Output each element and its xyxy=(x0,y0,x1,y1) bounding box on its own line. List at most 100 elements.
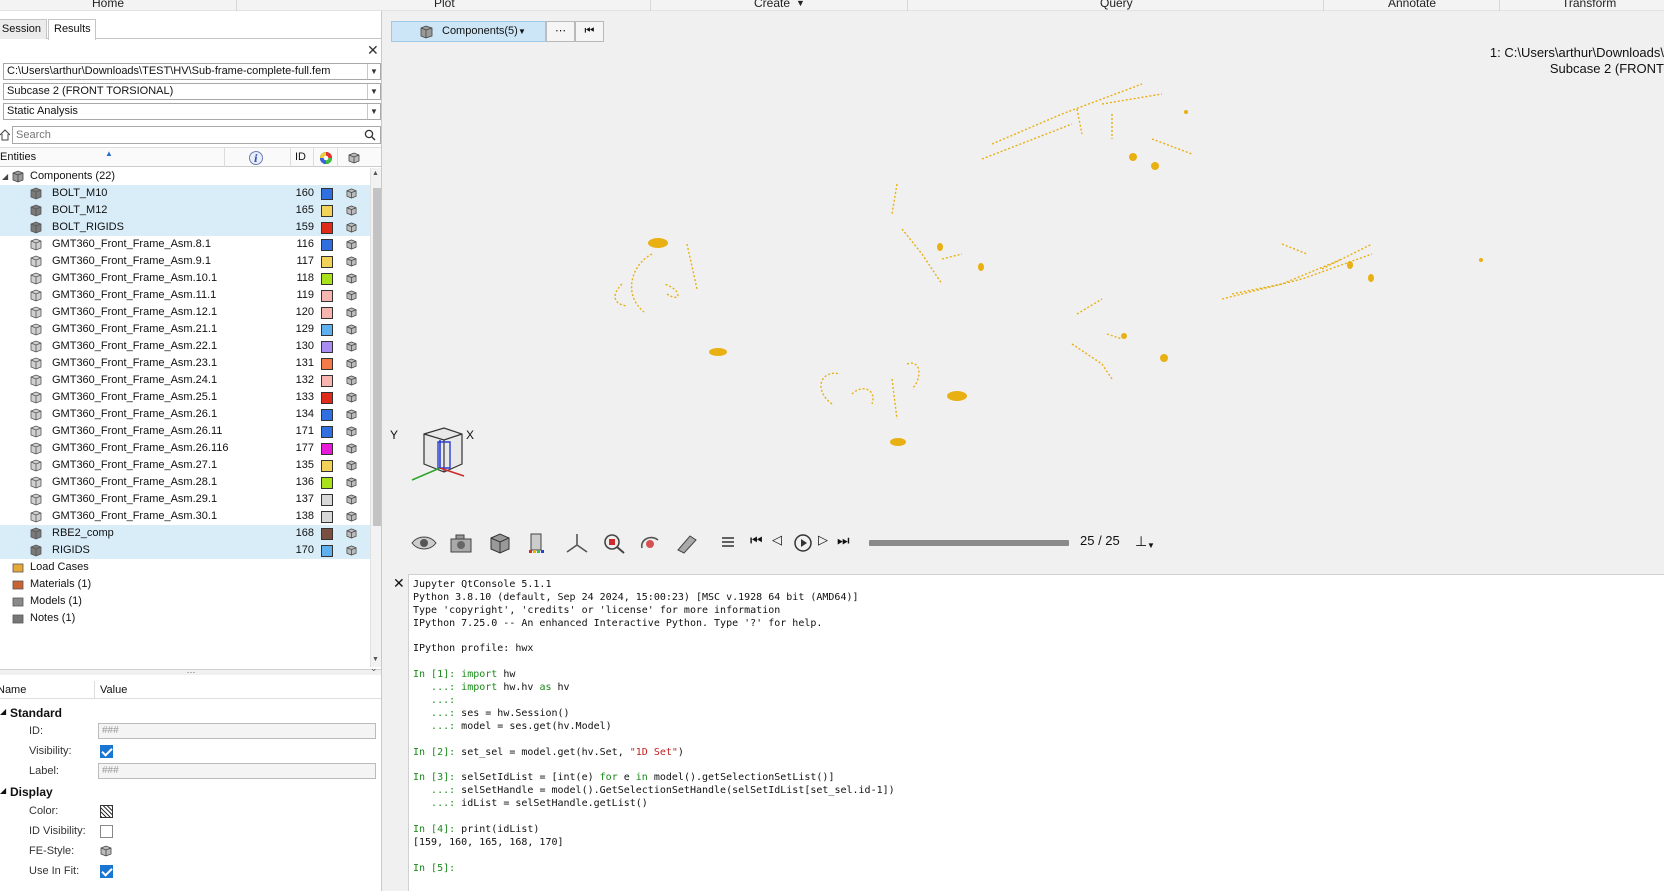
cube-icon[interactable] xyxy=(488,532,512,554)
tree-row-component[interactable]: GMT360_Front_Frame_Asm.27.1 135 xyxy=(0,457,370,474)
graphics-viewport[interactable]: Y X xyxy=(382,44,1664,544)
component-color-swatch[interactable] xyxy=(321,239,333,251)
skip-last-icon[interactable]: ⏭ xyxy=(837,532,850,549)
component-color-swatch[interactable] xyxy=(321,511,333,523)
chevron-down-icon[interactable]: ⌄ xyxy=(370,663,378,674)
rotate-icon[interactable] xyxy=(638,532,662,554)
component-color-swatch[interactable] xyxy=(321,528,333,540)
ribbon-tab-plot[interactable]: Plot xyxy=(434,0,455,10)
legend-icon[interactable] xyxy=(526,532,550,554)
home-icon[interactable] xyxy=(0,129,10,141)
component-color-swatch[interactable] xyxy=(321,222,333,234)
tree-row-component[interactable]: BOLT_M10 160 xyxy=(0,185,370,202)
menu-icon[interactable] xyxy=(721,535,735,549)
tree-row-component[interactable]: GMT360_Front_Frame_Asm.10.1 118 xyxy=(0,270,370,287)
cube-icon[interactable] xyxy=(346,188,357,199)
label-field[interactable]: ### xyxy=(98,763,376,779)
component-color-swatch[interactable] xyxy=(321,290,333,302)
component-color-swatch[interactable] xyxy=(321,205,333,217)
tab-results[interactable]: Results xyxy=(48,19,96,40)
chevron-down-icon[interactable]: ▼ xyxy=(367,84,380,99)
cube-icon[interactable] xyxy=(346,222,357,233)
id-field[interactable]: ### xyxy=(98,723,376,739)
tree-row-component[interactable]: RIGIDS 170 xyxy=(0,542,370,559)
id-visibility-checkbox[interactable] xyxy=(100,825,113,838)
cube-icon[interactable] xyxy=(346,358,357,369)
chevron-down-icon[interactable]: ◢ xyxy=(2,168,8,185)
cube-icon[interactable] xyxy=(346,443,357,454)
component-color-swatch[interactable] xyxy=(321,460,333,472)
zoom-icon[interactable] xyxy=(602,532,626,554)
tab-session[interactable]: Session xyxy=(0,19,47,39)
tree-row-component[interactable]: BOLT_M12 165 xyxy=(0,202,370,219)
analysis-select[interactable]: Static Analysis ▼ xyxy=(3,103,381,120)
component-color-swatch[interactable] xyxy=(321,477,333,489)
cube-icon[interactable] xyxy=(346,256,357,267)
tree-row-component[interactable]: GMT360_Front_Frame_Asm.12.1 120 xyxy=(0,304,370,321)
tree-row-category[interactable]: Notes (1) xyxy=(0,610,370,627)
ribbon-tab-transform[interactable]: Transform xyxy=(1562,0,1616,10)
tree-row-component[interactable]: GMT360_Front_Frame_Asm.30.1 138 xyxy=(0,508,370,525)
component-color-swatch[interactable] xyxy=(321,443,333,455)
column-info[interactable]: i xyxy=(224,148,290,167)
tree-row-component[interactable]: GMT360_Front_Frame_Asm.26.11 171 xyxy=(0,423,370,440)
cube-icon[interactable] xyxy=(346,307,357,318)
sort-up-icon[interactable]: ▲ xyxy=(105,144,113,163)
chevron-down-icon[interactable]: ◢ xyxy=(0,707,6,716)
python-console[interactable]: Jupyter QtConsole 5.1.1 Python 3.8.10 (de… xyxy=(408,574,1664,891)
property-group-display[interactable]: ◢ Display xyxy=(0,782,381,801)
component-color-swatch[interactable] xyxy=(321,273,333,285)
cube-icon[interactable] xyxy=(346,426,357,437)
components-filter-button[interactable]: Components(5) ▼ xyxy=(391,21,546,42)
column-style[interactable] xyxy=(337,148,370,167)
component-color-swatch[interactable] xyxy=(321,358,333,370)
close-icon[interactable]: ✕ xyxy=(367,43,379,57)
camera-icon[interactable] xyxy=(448,532,474,554)
cube-icon[interactable] xyxy=(346,392,357,403)
cube-icon[interactable] xyxy=(346,477,357,488)
tree-row-component[interactable]: GMT360_Front_Frame_Asm.28.1 136 xyxy=(0,474,370,491)
section-cut-icon[interactable] xyxy=(674,532,700,554)
animation-slider[interactable] xyxy=(869,540,1069,546)
tree-row-category[interactable]: Materials (1) xyxy=(0,576,370,593)
component-color-swatch[interactable] xyxy=(321,375,333,387)
cube-icon[interactable] xyxy=(346,375,357,386)
chevron-down-icon[interactable]: ▼ xyxy=(1147,541,1155,550)
component-color-swatch[interactable] xyxy=(321,409,333,421)
tree-row-component[interactable]: GMT360_Front_Frame_Asm.11.1 119 xyxy=(0,287,370,304)
component-color-swatch[interactable] xyxy=(321,426,333,438)
ribbon-tab-query[interactable]: Query xyxy=(1100,0,1133,10)
chevron-down-icon[interactable]: ▼ xyxy=(372,656,379,663)
step-forward-icon[interactable]: ▷ xyxy=(818,532,828,548)
cube-icon[interactable] xyxy=(346,324,357,335)
component-color-swatch[interactable] xyxy=(321,341,333,353)
axes-icon[interactable] xyxy=(564,532,590,554)
tree-row-component[interactable]: GMT360_Front_Frame_Asm.26.1 134 xyxy=(0,406,370,423)
first-page-button[interactable]: ⏮ xyxy=(575,21,604,42)
tree-row-category[interactable]: Models (1) xyxy=(0,593,370,610)
play-icon[interactable] xyxy=(793,533,813,553)
tree-row-components[interactable]: ◢ Components (22) xyxy=(0,168,370,185)
search-input[interactable] xyxy=(13,127,353,143)
cube-icon[interactable] xyxy=(346,273,357,284)
tree-row-component[interactable]: GMT360_Front_Frame_Asm.8.1 116 xyxy=(0,236,370,253)
component-color-swatch[interactable] xyxy=(321,545,333,557)
cube-icon[interactable] xyxy=(346,545,357,556)
tree-row-component[interactable]: GMT360_Front_Frame_Asm.9.1 117 xyxy=(0,253,370,270)
tree-row-component[interactable]: GMT360_Front_Frame_Asm.23.1 131 xyxy=(0,355,370,372)
component-color-swatch[interactable] xyxy=(321,307,333,319)
component-color-swatch[interactable] xyxy=(321,392,333,404)
cube-icon[interactable] xyxy=(346,528,357,539)
pin-icon[interactable]: ⊥ xyxy=(1135,533,1147,550)
cube-icon[interactable] xyxy=(346,494,357,505)
chevron-down-icon[interactable]: ▼ xyxy=(367,64,380,79)
ribbon-tab-create[interactable]: Create xyxy=(754,0,790,10)
chevron-up-icon[interactable]: ▲ xyxy=(372,170,379,177)
tree-row-category[interactable]: Load Cases xyxy=(0,559,370,576)
column-color[interactable] xyxy=(313,148,337,167)
scrollbar-thumb[interactable] xyxy=(373,188,381,526)
skip-first-icon[interactable]: ⏮ xyxy=(750,532,763,549)
tree-row-component[interactable]: BOLT_RIGIDS 159 xyxy=(0,219,370,236)
cube-icon[interactable] xyxy=(346,460,357,471)
tree-row-component[interactable]: GMT360_Front_Frame_Asm.22.1 130 xyxy=(0,338,370,355)
